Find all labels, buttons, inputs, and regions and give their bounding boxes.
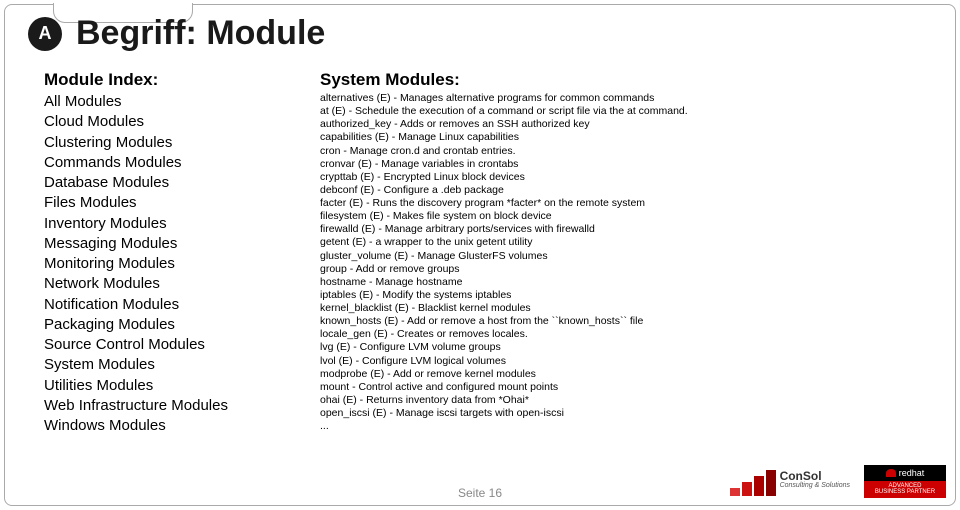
system-module-item: kernel_blacklist (E) - Blacklist kernel … — [320, 302, 930, 315]
system-module-item: at (E) - Schedule the execution of a com… — [320, 105, 930, 118]
system-module-item: gluster_volume (E) - Manage GlusterFS vo… — [320, 250, 930, 263]
module-index-item: Packaging Modules — [44, 315, 284, 335]
redhat-partner: BUSINESS PARTNER — [866, 489, 944, 496]
system-module-item: ohai (E) - Returns inventory data from *… — [320, 394, 930, 407]
system-module-item: getent (E) - a wrapper to the unix geten… — [320, 236, 930, 249]
consol-tagline: Consulting & Solutions — [780, 482, 850, 489]
redhat-hat-icon — [886, 469, 896, 477]
module-index-item: Commands Modules — [44, 153, 284, 173]
redhat-bottom-row: ADVANCED BUSINESS PARTNER — [864, 481, 946, 498]
module-index-column: Module Index: All ModulesCloud ModulesCl… — [44, 70, 284, 436]
system-modules-title: System Modules: — [320, 70, 930, 90]
consol-text-block: ConSol Consulting & Solutions — [780, 470, 850, 489]
system-module-item: debconf (E) - Configure a .deb package — [320, 184, 930, 197]
system-module-item: mount - Control active and configured mo… — [320, 381, 930, 394]
system-module-item: filesystem (E) - Makes file system on bl… — [320, 210, 930, 223]
redhat-level: ADVANCED — [866, 483, 944, 490]
system-module-item: known_hosts (E) - Add or remove a host f… — [320, 315, 930, 328]
system-modules-column: System Modules: alternatives (E) - Manag… — [320, 70, 930, 436]
page-title: Begriff: Module — [76, 14, 325, 53]
system-module-item: ... — [320, 420, 930, 433]
module-index-title: Module Index: — [44, 70, 284, 90]
system-module-item: facter (E) - Runs the discovery program … — [320, 197, 930, 210]
module-index-item: Clustering Modules — [44, 133, 284, 153]
system-module-item: modprobe (E) - Add or remove kernel modu… — [320, 368, 930, 381]
slide-content: Module Index: All ModulesCloud ModulesCl… — [44, 70, 930, 436]
ansible-logo-icon: A — [28, 17, 62, 51]
module-index-item: Utilities Modules — [44, 376, 284, 396]
module-index-item: System Modules — [44, 355, 284, 375]
logo-glyph: A — [39, 23, 52, 44]
system-module-item: lvol (E) - Configure LVM logical volumes — [320, 355, 930, 368]
consol-name: ConSol — [780, 470, 850, 482]
module-index-item: Messaging Modules — [44, 234, 284, 254]
redhat-top-row: redhat — [864, 465, 946, 481]
system-module-item: lvg (E) - Configure LVM volume groups — [320, 341, 930, 354]
system-module-item: locale_gen (E) - Creates or removes loca… — [320, 328, 930, 341]
module-index-item: Files Modules — [44, 193, 284, 213]
module-index-item: Source Control Modules — [44, 335, 284, 355]
system-module-item: crypttab (E) - Encrypted Linux block dev… — [320, 171, 930, 184]
module-index-list: All ModulesCloud ModulesClustering Modul… — [44, 92, 284, 436]
system-module-item: iptables (E) - Modify the systems iptabl… — [320, 289, 930, 302]
module-index-item: Monitoring Modules — [44, 254, 284, 274]
system-modules-list: alternatives (E) - Manages alternative p… — [320, 92, 930, 433]
slide-header: A Begriff: Module — [28, 14, 325, 53]
redhat-name: redhat — [899, 468, 925, 478]
system-module-item: open_iscsi (E) - Manage iscsi targets wi… — [320, 407, 930, 420]
redhat-partner-logo: redhat ADVANCED BUSINESS PARTNER — [864, 465, 946, 498]
module-index-item: Web Infrastructure Modules — [44, 396, 284, 416]
module-index-item: Notification Modules — [44, 295, 284, 315]
module-index-item: Inventory Modules — [44, 214, 284, 234]
system-module-item: hostname - Manage hostname — [320, 276, 930, 289]
system-module-item: group - Add or remove groups — [320, 263, 930, 276]
consol-logo: ConSol Consulting & Solutions — [730, 470, 850, 496]
module-index-item: Database Modules — [44, 173, 284, 193]
system-module-item: alternatives (E) - Manages alternative p… — [320, 92, 930, 105]
module-index-item: Network Modules — [44, 274, 284, 294]
system-module-item: cronvar (E) - Manage variables in cronta… — [320, 158, 930, 171]
module-index-item: All Modules — [44, 92, 284, 112]
system-module-item: capabilities (E) - Manage Linux capabili… — [320, 131, 930, 144]
module-index-item: Windows Modules — [44, 416, 284, 436]
module-index-item: Cloud Modules — [44, 112, 284, 132]
system-module-item: authorized_key - Adds or removes an SSH … — [320, 118, 930, 131]
system-module-item: cron - Manage cron.d and crontab entries… — [320, 145, 930, 158]
system-module-item: firewalld (E) - Manage arbitrary ports/s… — [320, 223, 930, 236]
consol-bars-icon — [730, 470, 776, 496]
